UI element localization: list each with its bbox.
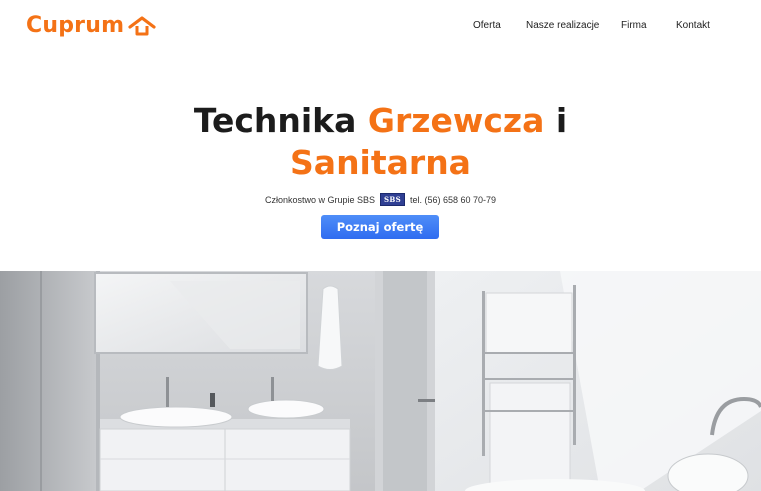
house-roof-icon xyxy=(128,15,156,35)
hero-title-accent2: Sanitarna xyxy=(290,143,471,182)
logo[interactable]: Cuprum xyxy=(26,13,156,38)
nav-item-firma[interactable]: Firma xyxy=(621,20,647,31)
membership-text: Członkostwo w Grupie SBS xyxy=(264,194,376,205)
hero-title-accent1: Grzewcza xyxy=(367,101,545,140)
nav-item-kontakt[interactable]: Kontakt xyxy=(676,20,710,31)
nav-item-oferta[interactable]: Oferta xyxy=(473,20,501,31)
phone-text[interactable]: tel. (56) 658 60 70-79 xyxy=(410,195,496,205)
hero-title-part1: Technika xyxy=(193,101,368,140)
hero-title-part2: i xyxy=(544,101,568,140)
sbs-badge[interactable]: SBS xyxy=(380,193,405,206)
cta-button[interactable]: Poznaj ofertę xyxy=(321,215,439,239)
site-header: Cuprum Oferta Nasze realizacje Firma Kon… xyxy=(0,0,761,56)
logo-text: Cuprum xyxy=(26,13,125,38)
bathroom-photo xyxy=(0,271,761,491)
hero-title: Technika Grzewcza i Sanitarna xyxy=(0,100,761,184)
hero-subline: Członkostwo w Grupie SBS SBS tel. (56) 6… xyxy=(0,193,761,206)
nav-item-nasze-realizacje[interactable]: Nasze realizacje xyxy=(526,20,599,31)
bathroom-illustration xyxy=(0,271,761,491)
